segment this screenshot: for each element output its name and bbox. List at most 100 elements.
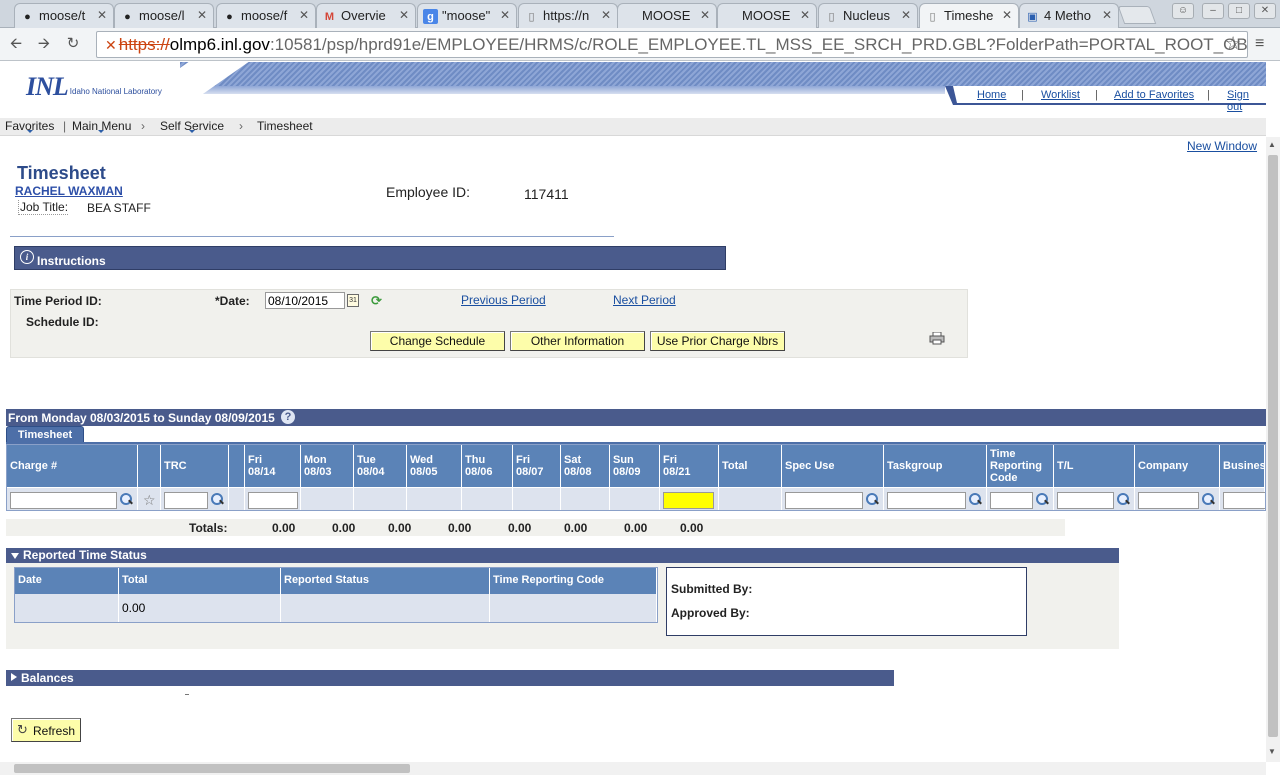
lookup-icon[interactable]	[1116, 493, 1129, 506]
lookup-icon[interactable]	[210, 493, 223, 506]
browser-tab[interactable]: ▯ Timeshe ✕	[919, 3, 1019, 28]
spec-use-input[interactable]	[785, 492, 863, 509]
scroll-up-icon[interactable]: ▲	[1268, 140, 1276, 149]
close-tab-icon[interactable]: ✕	[197, 8, 207, 22]
trc-input[interactable]	[164, 492, 208, 509]
other-information-button[interactable]: Other Information	[510, 331, 645, 351]
balances-header[interactable]: Balances	[6, 670, 894, 686]
refresh-button[interactable]: ↻ Refresh	[11, 718, 81, 742]
browser-tab[interactable]: MOOSE ✕	[617, 3, 717, 28]
fri-0814-hours-input[interactable]	[248, 492, 298, 509]
scrollbar-thumb[interactable]	[1268, 155, 1278, 737]
collapse-icon	[11, 553, 19, 559]
sign-out-link[interactable]: Sign out	[1227, 89, 1266, 113]
cell-total: 0.00	[119, 594, 281, 622]
lookup-icon[interactable]	[1035, 493, 1048, 506]
page-title: Timesheet	[17, 163, 106, 183]
business-input[interactable]	[1223, 492, 1265, 509]
close-tab-icon[interactable]: ✕	[500, 8, 510, 22]
close-tab-icon[interactable]: ✕	[1002, 8, 1012, 22]
lookup-icon[interactable]	[968, 493, 981, 506]
browser-tab[interactable]: ● moose/t ✕	[14, 3, 114, 28]
change-schedule-button[interactable]: Change Schedule	[370, 331, 505, 351]
tab-timesheet[interactable]: Timesheet	[6, 426, 84, 443]
worklist-link[interactable]: Worklist	[1041, 89, 1080, 101]
header-text: 08/09	[613, 466, 641, 478]
taskgroup-input[interactable]	[887, 492, 966, 509]
close-window-button[interactable]: ✕	[1254, 3, 1276, 19]
totals-row: Totals: 0.00 0.00 0.00 0.00 0.00 0.00 0.…	[6, 519, 1065, 536]
reported-time-status-header[interactable]: Reported Time Status	[6, 548, 1119, 563]
fri-0821-hours-input[interactable]	[663, 492, 714, 509]
previous-period-link[interactable]: Previous Period	[461, 293, 546, 307]
lookup-icon[interactable]	[865, 493, 878, 506]
job-title-value: BEA STAFF	[87, 201, 151, 215]
forward-icon[interactable]: 🡪	[34, 34, 54, 54]
header-text: 08/03	[304, 466, 332, 478]
tab-title: Nucleus	[843, 8, 890, 23]
browser-tab[interactable]: ▯ Nucleus ✕	[818, 3, 918, 28]
reload-icon[interactable]: ↻	[63, 34, 83, 54]
bookmark-star-icon[interactable]: ☆	[1225, 33, 1241, 54]
refresh-icon: ↻	[17, 722, 28, 737]
address-bar[interactable]: ✕ https://olmp6.inl.gov:10581/psp/hprd91e…	[96, 31, 1248, 58]
calendar-icon[interactable]: 31	[347, 294, 359, 307]
horizontal-scrollbar[interactable]	[0, 762, 1266, 775]
chevron-right-icon: ›	[141, 119, 145, 133]
close-tab-icon[interactable]: ✕	[700, 8, 710, 22]
minimize-button[interactable]: –	[1202, 3, 1224, 19]
header-text: Taskgroup	[887, 460, 943, 472]
divider	[185, 694, 189, 695]
employee-name-link[interactable]: RACHEL WAXMAN	[15, 184, 123, 198]
cell-date	[15, 594, 119, 622]
browser-tab[interactable]: ▯ https://n ✕	[518, 3, 618, 28]
favorite-star-icon[interactable]: ☆	[143, 492, 156, 509]
browser-tab[interactable]: ● moose/l ✕	[114, 3, 214, 28]
column-header-spec-use: Spec Use	[782, 445, 884, 487]
close-tab-icon[interactable]: ✕	[1102, 8, 1112, 22]
instructions-bar[interactable]: i Instructions	[14, 246, 726, 270]
scroll-down-icon[interactable]: ▼	[1268, 747, 1276, 756]
inl-logo[interactable]: INL Idaho National Laboratory	[26, 72, 162, 102]
scrollbar-thumb[interactable]	[14, 764, 410, 773]
t-l-input[interactable]	[1057, 492, 1114, 509]
link-separator: |	[1095, 89, 1098, 101]
back-icon[interactable]: 🡨	[6, 34, 26, 54]
close-tab-icon[interactable]: ✕	[399, 8, 409, 22]
home-link[interactable]: Home	[977, 89, 1006, 101]
column-header-sun-0809: Sun 08/09	[610, 445, 660, 487]
new-window-link[interactable]: New Window	[1187, 139, 1257, 153]
browser-menu-icon[interactable]: ≡	[1255, 35, 1264, 53]
profile-icon[interactable]: ☺	[1172, 3, 1194, 19]
close-tab-icon[interactable]: ✕	[97, 8, 107, 22]
browser-tab[interactable]: ▣ 4 Metho ✕	[1019, 3, 1119, 28]
date-input[interactable]: 08/10/2015	[265, 292, 345, 309]
time-reporting-code-input[interactable]	[990, 492, 1033, 509]
close-tab-icon[interactable]: ✕	[901, 8, 911, 22]
browser-tab[interactable]: MOOSE ✕	[717, 3, 817, 28]
header-text: Sun	[613, 454, 634, 466]
date-label: *Date:	[215, 294, 250, 308]
close-tab-icon[interactable]: ✕	[601, 8, 611, 22]
browser-tab[interactable]: ● moose/f ✕	[216, 3, 316, 28]
reported-time-status-panel: Date Total Reported Status Time Reportin…	[6, 563, 1119, 649]
lookup-icon[interactable]	[1201, 493, 1214, 506]
lookup-icon[interactable]	[119, 493, 132, 506]
cell-fri-0821	[660, 487, 719, 510]
close-tab-icon[interactable]: ✕	[800, 8, 810, 22]
browser-tab[interactable]: M Overvie ✕	[316, 3, 416, 28]
help-icon[interactable]: ?	[281, 410, 295, 424]
next-period-link[interactable]: Next Period	[613, 293, 676, 307]
add-to-favorites-link[interactable]: Add to Favorites	[1114, 89, 1194, 101]
maximize-button[interactable]: □	[1228, 3, 1250, 19]
browser-tab[interactable]: g "moose" ✕	[417, 3, 517, 28]
vertical-scrollbar[interactable]: ▲ ▼	[1266, 137, 1280, 762]
close-tab-icon[interactable]: ✕	[299, 8, 309, 22]
refresh-period-icon[interactable]: ⟳	[371, 293, 382, 309]
header-text: 08/07	[516, 466, 544, 478]
company-input[interactable]	[1138, 492, 1199, 509]
new-tab-button[interactable]	[1117, 6, 1157, 24]
charge-number-input[interactable]	[10, 492, 117, 509]
printer-icon[interactable]	[929, 332, 945, 345]
use-prior-charge-nbrs-button[interactable]: Use Prior Charge Nbrs	[650, 331, 785, 351]
